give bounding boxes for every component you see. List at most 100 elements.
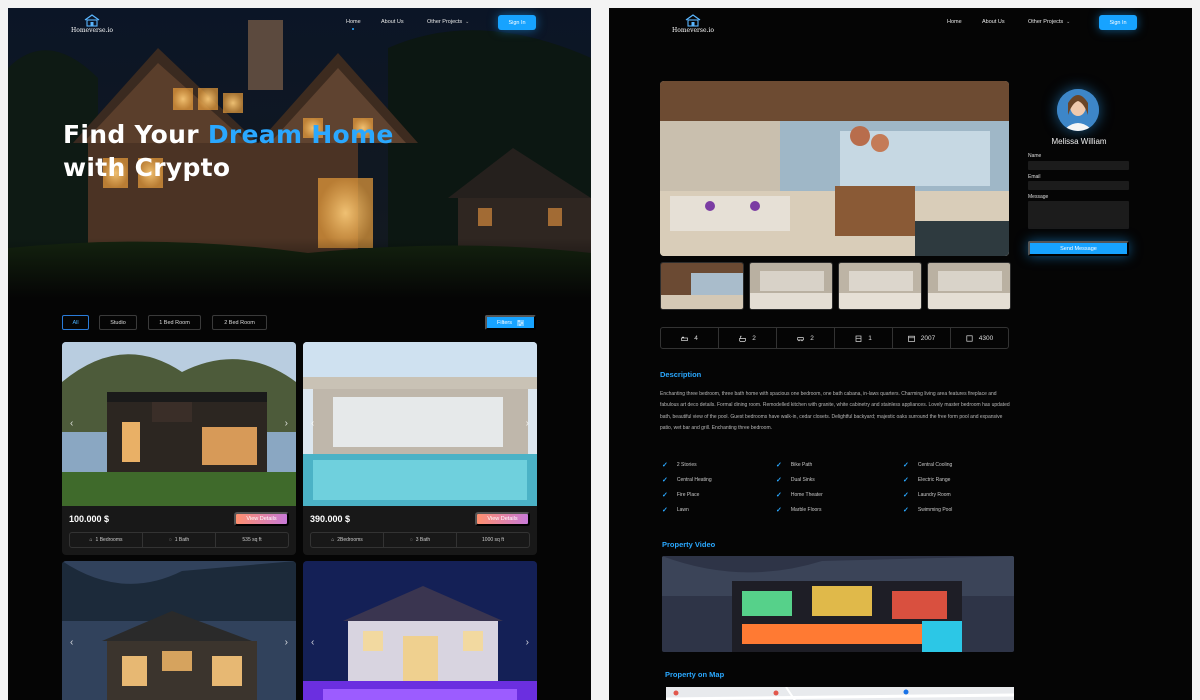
filter-chip-1-bed[interactable]: 1 Bed Room bbox=[148, 315, 201, 330]
nav-other-projects-link[interactable]: Other Projects ⌄ bbox=[427, 19, 469, 25]
feature-item: ✓ Home Theater bbox=[776, 491, 823, 499]
prev-photo-arrow[interactable]: ‹ bbox=[70, 418, 73, 429]
nav-other-projects-label: Other Projects bbox=[427, 19, 463, 25]
hero-fade bbox=[8, 238, 591, 298]
nav-about-link[interactable]: About Us bbox=[381, 19, 404, 25]
calendar-icon bbox=[907, 335, 915, 342]
property-price: 390.000 $ bbox=[310, 514, 351, 524]
feature-item: ✓ Dual Sinks bbox=[776, 476, 815, 484]
name-input[interactable] bbox=[1028, 161, 1129, 170]
brand-logo[interactable]: Homeverse.io bbox=[663, 14, 723, 34]
name-label: Name bbox=[1028, 153, 1042, 159]
house-logo-icon bbox=[84, 14, 100, 27]
property-video-heading: Property Video bbox=[662, 540, 716, 549]
spec-value: 1 bbox=[868, 334, 872, 342]
area-stat: 1000 sq ft bbox=[457, 533, 529, 547]
property-card[interactable]: ‹ › bbox=[62, 561, 296, 700]
feature-label: Marble Floors bbox=[790, 507, 822, 513]
property-specs-bar: 4 2 2 1 2007 4300 bbox=[660, 327, 1009, 349]
spec-value: 2 bbox=[752, 334, 756, 342]
email-input[interactable] bbox=[1028, 181, 1129, 190]
feature-item: ✓ Bike Path bbox=[776, 461, 812, 469]
hero-title-highlight: Dream Home bbox=[207, 120, 394, 149]
sign-in-button[interactable]: Sign In bbox=[498, 15, 536, 30]
message-textarea[interactable] bbox=[1028, 201, 1129, 229]
view-details-button[interactable]: View Details bbox=[234, 512, 289, 526]
brand-name: Homeverse.io bbox=[71, 27, 113, 34]
email-label: Email bbox=[1028, 174, 1041, 180]
agent-avatar bbox=[1057, 89, 1099, 131]
next-photo-arrow[interactable]: › bbox=[285, 418, 288, 429]
nav-about-link[interactable]: About Us bbox=[982, 19, 1005, 25]
nav-home-link[interactable]: Home bbox=[346, 19, 361, 25]
spec-bedrooms: 4 bbox=[661, 328, 719, 348]
next-photo-arrow[interactable]: › bbox=[526, 418, 529, 429]
feature-label: Laundry Room bbox=[917, 492, 951, 498]
next-photo-arrow[interactable]: › bbox=[285, 637, 288, 648]
prev-photo-arrow[interactable]: ‹ bbox=[70, 637, 73, 648]
hero-title-part2: with Crypto bbox=[63, 153, 231, 182]
bath-value: 3 Bath bbox=[415, 537, 431, 543]
property-card[interactable]: ‹ › bbox=[303, 561, 537, 700]
area-value: 535 sq ft bbox=[242, 537, 262, 543]
chevron-down-icon: ⌄ bbox=[465, 19, 470, 25]
sign-in-button[interactable]: Sign In bbox=[1099, 15, 1137, 30]
filter-chip-2-bed[interactable]: 2 Bed Room bbox=[212, 315, 267, 330]
bedrooms-value: 2Bedrooms bbox=[337, 537, 363, 543]
floor-icon bbox=[855, 335, 862, 342]
gallery-thumbnail[interactable] bbox=[927, 262, 1011, 310]
filter-chip-studio[interactable]: Studio bbox=[99, 315, 137, 330]
feature-item: ✓ Swimming Pool bbox=[903, 506, 952, 514]
bed-icon: ⌂ bbox=[331, 537, 335, 543]
property-card[interactable]: ‹ › 100.000 $ View Details ⌂ 1 Bedrooms ◌… bbox=[62, 342, 296, 555]
gallery-thumbnail[interactable] bbox=[749, 262, 833, 310]
check-icon: ✓ bbox=[662, 477, 668, 484]
filters-button[interactable]: Filters bbox=[485, 315, 536, 330]
next-photo-arrow[interactable]: › bbox=[526, 637, 529, 648]
hero-section: Find Your Dream Home with Crypto bbox=[8, 8, 591, 298]
brand-logo[interactable]: Homeverse.io bbox=[62, 14, 122, 34]
feature-item: ✓ Lawn bbox=[662, 506, 689, 514]
property-card[interactable]: ‹ › 390.000 $ View Details ⌂ 2Bedrooms ◌ 3… bbox=[303, 342, 537, 555]
gallery-thumbnail[interactable] bbox=[660, 262, 744, 310]
area-stat: 535 sq ft bbox=[216, 533, 288, 547]
bath-value: 1 Bath bbox=[174, 537, 190, 543]
bed-icon: ⌂ bbox=[89, 537, 93, 543]
bedrooms-stat: ⌂ 2Bedrooms bbox=[311, 533, 384, 547]
prev-photo-arrow[interactable]: ‹ bbox=[311, 637, 314, 648]
map-pin-icon bbox=[903, 689, 909, 695]
bath-stat: ◌ 1 Bath bbox=[143, 533, 216, 547]
property-map[interactable] bbox=[666, 687, 1014, 700]
bath-icon bbox=[739, 335, 747, 342]
feature-item: ✓ Laundry Room bbox=[903, 491, 951, 499]
property-detail-screen: Homeverse.io Home About Us Other Project… bbox=[609, 8, 1192, 700]
check-icon: ✓ bbox=[776, 477, 782, 484]
top-nav: Homeverse.io Home About Us Other Project… bbox=[609, 8, 1192, 40]
property-stats: ⌂ 2Bedrooms ◌ 3 Bath 1000 sq ft bbox=[310, 532, 530, 548]
property-map-heading: Property on Map bbox=[665, 670, 725, 679]
bedrooms-stat: ⌂ 1 Bedrooms bbox=[70, 533, 143, 547]
filter-chip-all[interactable]: All bbox=[62, 315, 89, 330]
feature-item: ✓ 2 Stories bbox=[662, 461, 697, 469]
feature-label: Bike Path bbox=[790, 462, 813, 468]
feature-label: Fire Place bbox=[676, 492, 700, 498]
feature-item: ✓ Central Cooling bbox=[903, 461, 952, 469]
send-message-button[interactable]: Send Message bbox=[1028, 241, 1129, 256]
property-video[interactable] bbox=[662, 556, 1014, 652]
prev-photo-arrow[interactable]: ‹ bbox=[311, 418, 314, 429]
spec-value: 2 bbox=[810, 334, 814, 342]
nav-other-projects-link[interactable]: Other Projects ⌄ bbox=[1028, 19, 1070, 25]
feature-label: Dual Sinks bbox=[790, 477, 815, 483]
landing-page-screen: Find Your Dream Home with Crypto Homever… bbox=[8, 8, 591, 700]
house-logo-icon bbox=[685, 14, 701, 27]
map-pin-icon bbox=[673, 690, 679, 696]
nav-home-link[interactable]: Home bbox=[947, 19, 962, 25]
gallery-thumbnail[interactable] bbox=[838, 262, 922, 310]
check-icon: ✓ bbox=[662, 507, 668, 514]
bath-stat: ◌ 3 Bath bbox=[384, 533, 457, 547]
check-icon: ✓ bbox=[662, 492, 668, 499]
bed-icon bbox=[681, 336, 689, 341]
hero-title-part1: Find Your bbox=[63, 120, 208, 149]
main-property-photo[interactable] bbox=[660, 81, 1009, 256]
view-details-button[interactable]: View Details bbox=[475, 512, 530, 526]
